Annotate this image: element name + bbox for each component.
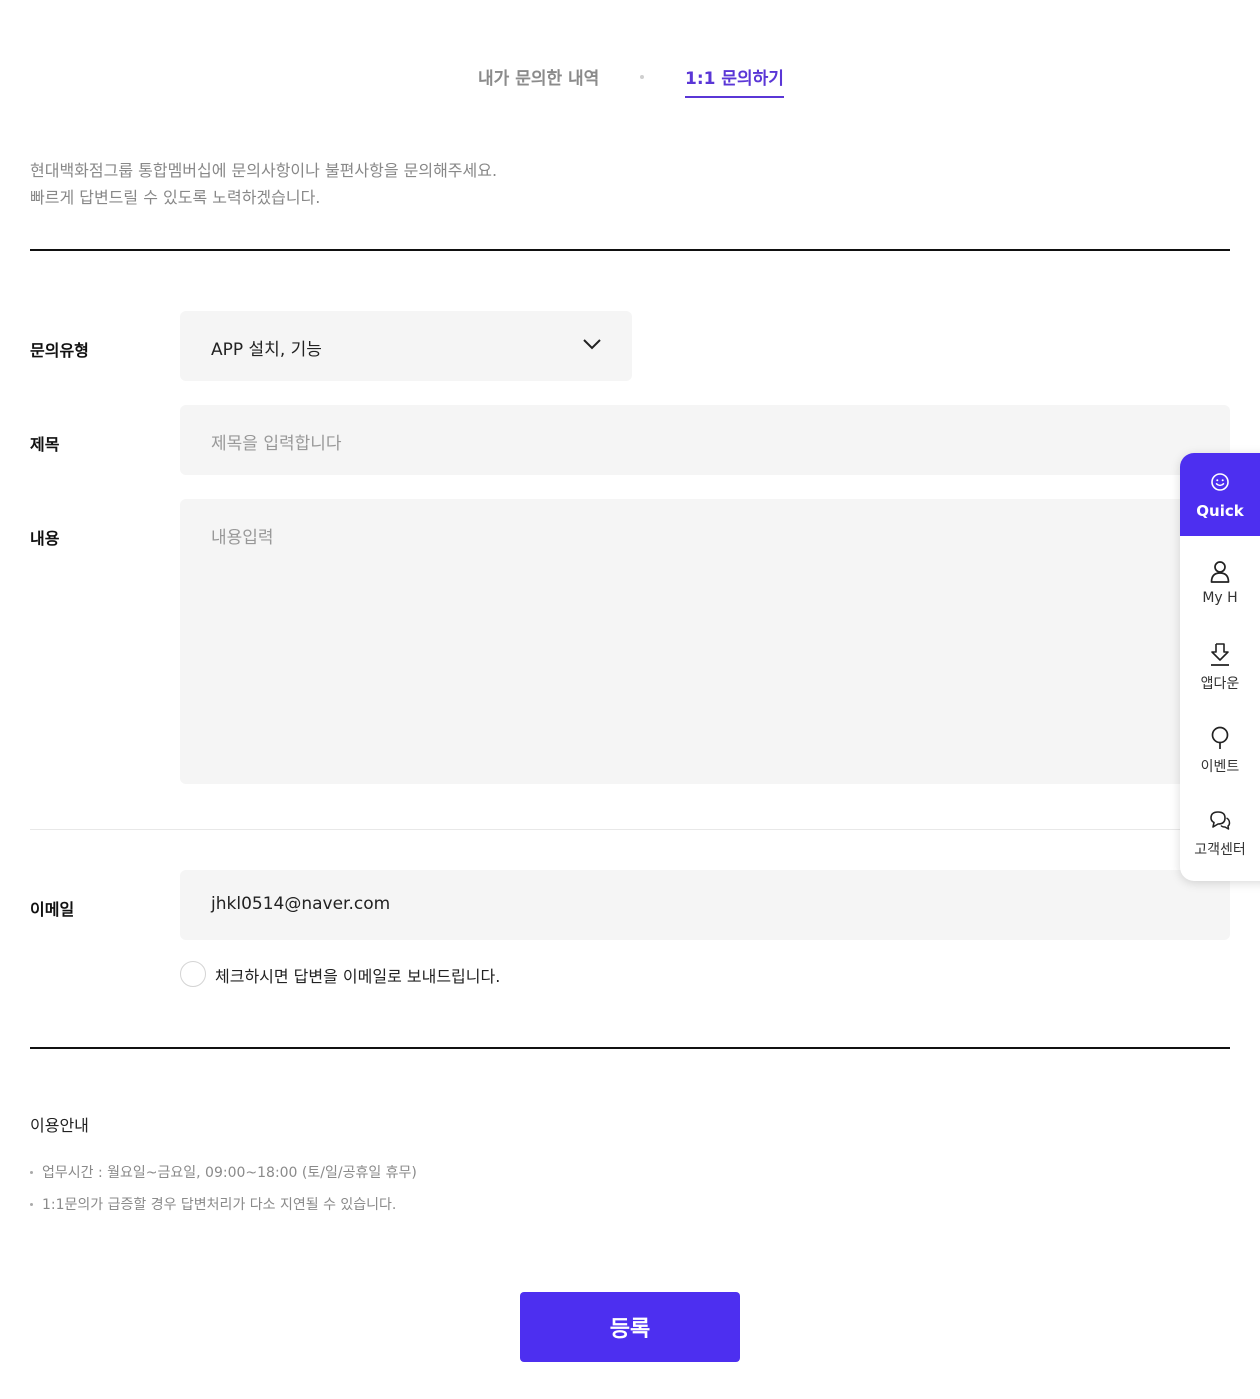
inquiry-type-label: 문의유형 <box>30 341 89 360</box>
usage-guide-title: 이용안내 <box>30 1116 89 1135</box>
tab-my-inquiries[interactable]: 내가 문의한 내역 <box>478 64 599 89</box>
usage-guide-item: 1:1문의가 급증할 경우 답변처리가 다소 지연될 수 있습니다. <box>30 1189 417 1221</box>
quick-item-event[interactable]: 이벤트 <box>1180 726 1260 806</box>
chevron-down-icon <box>583 339 601 350</box>
inquiry-type-select[interactable]: APP 설치, 기능 <box>180 311 632 381</box>
content-label: 내용 <box>30 529 60 548</box>
submit-button[interactable]: 등록 <box>520 1292 740 1362</box>
balloon-icon <box>1211 726 1229 749</box>
quick-item-label: 앱다운 <box>1200 676 1240 692</box>
quick-item-app-download[interactable]: 앱다운 <box>1180 643 1260 723</box>
intro-line-1: 현대백화점그룹 통합멤버십에 문의사항이나 불편사항을 문의해주세요. <box>30 161 498 180</box>
person-icon <box>1210 561 1230 583</box>
quick-menu-header-label: Quick <box>1196 502 1244 520</box>
email-reply-checkbox-label[interactable]: 체크하시면 답변을 이메일로 보내드립니다. <box>215 963 500 987</box>
intro-line-2: 빠르게 답변드릴 수 있도록 노력하겠습니다. <box>30 188 321 207</box>
form-bottom-divider <box>30 1047 1230 1049</box>
title-label: 제목 <box>30 435 60 454</box>
content-placeholder: 내용입력 <box>211 528 274 548</box>
quick-item-label: 고객센터 <box>1194 842 1246 858</box>
download-icon <box>1211 643 1229 666</box>
title-placeholder: 제목을 입력합니다 <box>211 434 342 454</box>
title-input[interactable]: 제목을 입력합니다 <box>180 405 1230 475</box>
tab-separator-dot <box>640 75 644 79</box>
content-textarea[interactable]: 내용입력 <box>180 499 1230 784</box>
email-input[interactable]: jhkl0514@naver.com <box>180 870 1230 940</box>
quick-item-label: 이벤트 <box>1200 759 1240 775</box>
email-reply-checkbox[interactable] <box>180 961 206 987</box>
quick-menu-header[interactable]: Quick <box>1180 453 1260 536</box>
quick-item-my-h[interactable]: My H <box>1180 560 1260 640</box>
quick-menu: Quick My H 앱다운 이벤트 고객센터 <box>1180 453 1260 881</box>
intro-text: 현대백화점그룹 통합멤버십에 문의사항이나 불편사항을 문의해주세요. 빠르게 … <box>30 157 497 211</box>
smile-icon <box>1211 473 1229 491</box>
email-label: 이메일 <box>30 900 75 919</box>
quick-item-customer-center[interactable]: 고객센터 <box>1180 809 1260 881</box>
tab-one-to-one-inquiry[interactable]: 1:1 문의하기 <box>685 64 784 98</box>
email-value: jhkl0514@naver.com <box>211 894 391 914</box>
tab-bar: 내가 문의한 내역 1:1 문의하기 <box>0 58 1260 98</box>
chat-icon <box>1210 811 1231 830</box>
quick-item-label: My H <box>1202 590 1238 606</box>
usage-guide-list: 업무시간 : 월요일~금요일, 09:00~18:00 (토/일/공휴일 휴무)… <box>30 1157 417 1221</box>
usage-guide-item: 업무시간 : 월요일~금요일, 09:00~18:00 (토/일/공휴일 휴무) <box>30 1157 417 1189</box>
section-divider <box>30 829 1230 830</box>
form-top-divider <box>30 249 1230 251</box>
inquiry-type-value: APP 설치, 기능 <box>211 340 322 360</box>
